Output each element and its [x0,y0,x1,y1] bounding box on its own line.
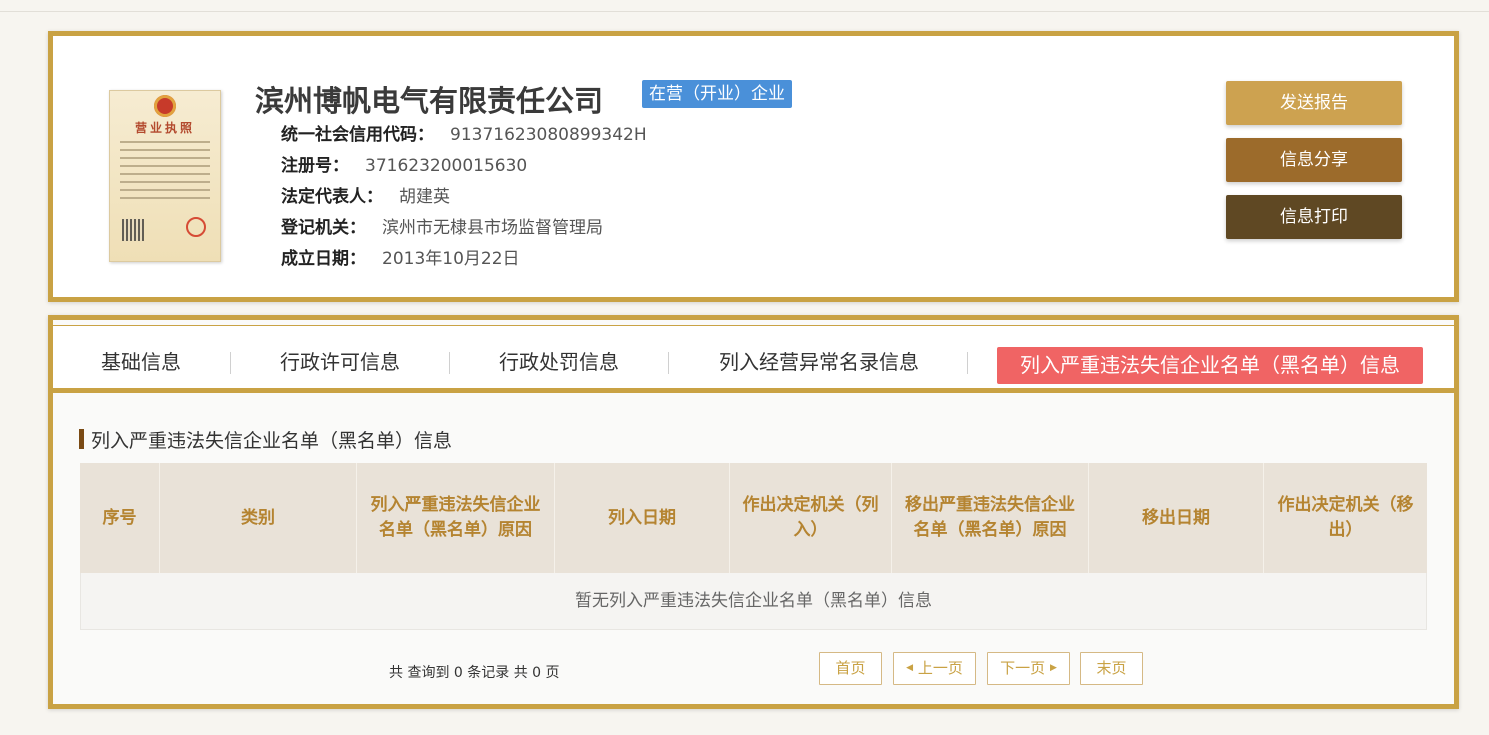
records-summary: 共 查询到 0 条记录 共 0 页 [389,665,560,681]
next-page-button[interactable]: 下一页 ▶ [987,652,1070,685]
section-title: 列入严重违法失信企业名单（黑名单）信息 [79,426,452,453]
column-header: 序号 [80,463,160,573]
first-page-button[interactable]: 首页 [819,652,882,685]
company-header-card: 营业执照 滨州博帆电气有限责任公司 在营（开业）企业 统一社会信用代码： 9137… [48,31,1459,302]
field-label: 法定代表人： [281,187,383,207]
caret-left-icon: ◀ [906,663,914,673]
tab-admin-license[interactable]: 行政许可信息 [280,346,400,375]
table-header: 序号 类别 列入严重违法失信企业名单（黑名单）原因 列入日期 作出决定机关（列入… [80,463,1427,573]
blacklist-table: 序号 类别 列入严重违法失信企业名单（黑名单）原因 列入日期 作出决定机关（列入… [80,463,1427,630]
registration-authority-value: 滨州市无棣县市场监督管理局 [382,218,603,238]
tab-bar: 基础信息 行政许可信息 行政处罚信息 列入经营异常名录信息 列入严重违法失信企业… [53,325,1454,393]
established-date-row: 成立日期： 2013年10月22日 [281,244,520,269]
registration-number-value: 371623200015630 [365,156,528,176]
send-report-button[interactable]: 发送报告 [1226,81,1402,125]
tab-basic-info[interactable]: 基础信息 [101,346,181,375]
column-header: 作出决定机关（列入） [730,463,892,573]
prev-page-button[interactable]: ◀ 上一页 [893,652,976,685]
field-label: 登记机关： [281,218,366,238]
established-date-value: 2013年10月22日 [382,249,520,269]
column-header: 移出严重违法失信企业名单（黑名单）原因 [892,463,1089,573]
credit-code-row: 统一社会信用代码： 91371623080899342H [281,120,647,145]
status-badge: 在营（开业）企业 [642,80,792,108]
column-header: 列入日期 [555,463,730,573]
license-title: 营业执照 [134,121,195,135]
tab-admin-penalty[interactable]: 行政处罚信息 [499,346,619,375]
company-name: 滨州博帆电气有限责任公司 [255,84,604,118]
tab-abnormal-operation[interactable]: 列入经营异常名录信息 [719,346,919,375]
registration-number-row: 注册号： 371623200015630 [281,151,527,176]
field-label: 注册号： [281,156,349,176]
top-divider [0,11,1489,12]
seal-icon [186,217,206,237]
credit-code-value: 91371623080899342H [450,125,647,145]
empty-state-row: 暂无列入严重违法失信企业名单（黑名单）信息 [80,573,1427,630]
caret-right-icon: ▶ [1049,663,1057,673]
share-info-button[interactable]: 信息分享 [1226,138,1402,182]
legal-representative-row: 法定代表人： 胡建英 [281,182,450,207]
last-page-button[interactable]: 末页 [1080,652,1143,685]
column-header: 作出决定机关（移出） [1277,495,1414,540]
prev-page-label: 上一页 [917,659,963,677]
registration-authority-row: 登记机关： 滨州市无棣县市场监督管理局 [281,213,603,238]
national-emblem-icon [154,95,176,117]
column-header: 列入严重违法失信企业名单（黑名单）原因 [357,463,555,573]
tab-blacklist[interactable]: 列入严重违法失信企业名单（黑名单）信息 [997,347,1423,384]
detail-card: 基础信息 行政许可信息 行政处罚信息 列入经营异常名录信息 列入严重违法失信企业… [48,315,1459,709]
column-header: 移出日期 [1089,463,1264,573]
field-label: 成立日期： [281,249,366,269]
next-page-label: 下一页 [1000,659,1046,677]
qr-code-icon [122,219,144,241]
legal-representative-value: 胡建英 [399,187,450,207]
print-info-button[interactable]: 信息打印 [1226,195,1402,239]
business-license-image: 营业执照 [109,90,221,262]
column-header: 类别 [160,463,357,573]
field-label: 统一社会信用代码： [281,125,434,145]
